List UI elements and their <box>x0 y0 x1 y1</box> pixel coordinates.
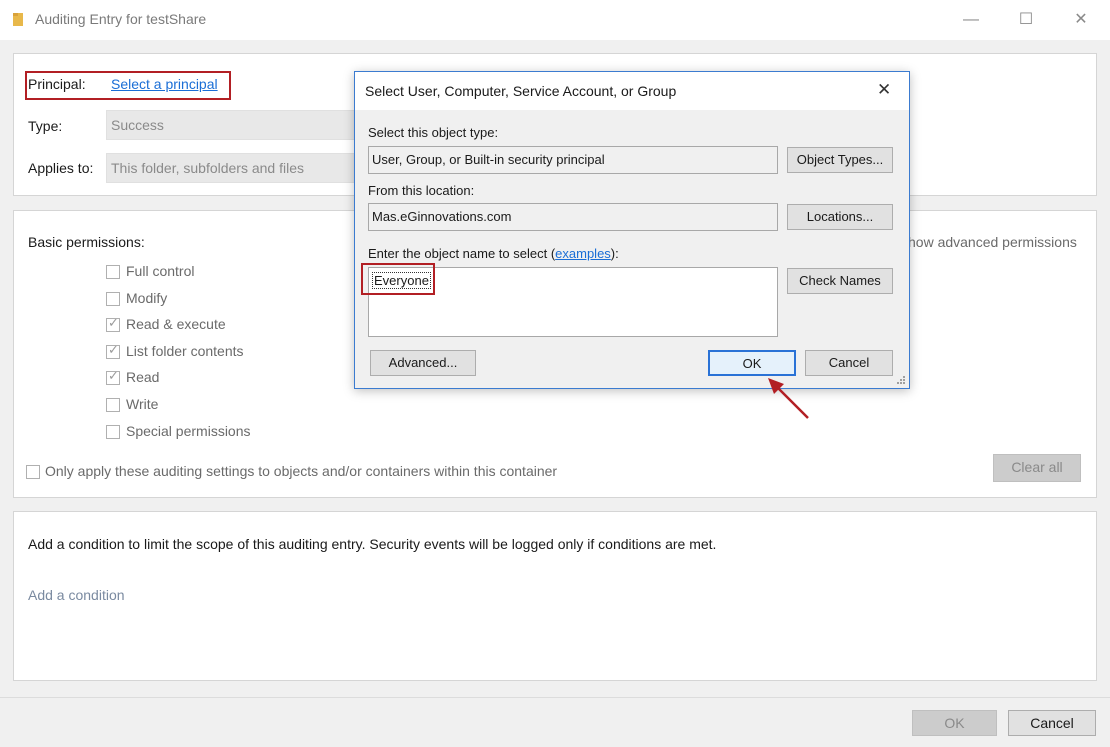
type-label: Type: <box>28 118 63 134</box>
annotation-arrow-icon <box>768 378 809 419</box>
basic-permissions-heading: Basic permissions: <box>28 234 145 250</box>
dialog-close-button[interactable]: ✕ <box>877 80 891 100</box>
type-value: Success <box>111 117 164 133</box>
location-field: Mas.eGinnovations.com <box>368 203 778 231</box>
dialog-title: Select User, Computer, Service Account, … <box>365 83 677 99</box>
only-apply-label: Only apply these auditing settings to ob… <box>45 463 558 479</box>
permission-label: Full control <box>126 263 195 279</box>
object-type-label: Select this object type: <box>368 125 499 140</box>
condition-description: Add a condition to limit the scope of th… <box>28 536 717 552</box>
maximize-button[interactable]: ☐ <box>1003 6 1049 34</box>
type-dropdown[interactable]: Success <box>106 110 356 140</box>
window-title: Auditing Entry for testShare <box>35 11 207 27</box>
permission-label: Modify <box>126 290 168 306</box>
permission-checkbox[interactable] <box>106 425 120 439</box>
object-name-label: Enter the object name to select (example… <box>368 246 619 261</box>
permission-checkbox[interactable] <box>106 292 120 306</box>
resize-grip-icon[interactable] <box>895 374 907 386</box>
object-name-value[interactable]: Everyone <box>372 272 431 289</box>
object-name-label-suffix: ): <box>610 246 619 261</box>
footer-cancel-button[interactable]: Cancel <box>1008 710 1096 736</box>
permission-checkbox[interactable] <box>106 315 120 332</box>
principal-label: Principal: <box>28 76 86 92</box>
minimize-button[interactable]: — <box>948 6 994 34</box>
advanced-button[interactable]: Advanced... <box>370 350 476 376</box>
object-type-field: User, Group, or Built-in security princi… <box>368 146 778 174</box>
footer-ok-button[interactable]: OK <box>912 710 997 736</box>
location-label: From this location: <box>368 183 475 198</box>
applies-to-dropdown[interactable]: This folder, subfolders and files <box>106 153 356 183</box>
permission-label: Read & execute <box>126 316 226 332</box>
location-value: Mas.eGinnovations.com <box>372 209 512 224</box>
select-principal-dialog: Select User, Computer, Service Account, … <box>354 71 910 389</box>
permission-checkbox[interactable] <box>106 398 120 412</box>
check-names-button[interactable]: Check Names <box>787 268 893 294</box>
select-principal-link[interactable]: Select a principal <box>111 76 218 92</box>
only-apply-checkbox[interactable] <box>26 465 40 479</box>
permission-checkbox[interactable] <box>106 368 120 385</box>
permission-label: Write <box>126 396 159 412</box>
folder-icon <box>13 13 23 26</box>
permission-label: Special permissions <box>126 423 251 439</box>
examples-link[interactable]: examples <box>555 246 611 261</box>
applies-to-label: Applies to: <box>28 160 94 176</box>
show-advanced-permissions-link[interactable]: how advanced permissions <box>908 234 1077 250</box>
locations-button[interactable]: Locations... <box>787 204 893 230</box>
permission-checkbox[interactable] <box>106 342 120 359</box>
close-button[interactable]: ✕ <box>1058 6 1104 34</box>
add-condition-link[interactable]: Add a condition <box>28 587 125 603</box>
permission-label: List folder contents <box>126 343 244 359</box>
dialog-title-bar: Select User, Computer, Service Account, … <box>355 72 909 110</box>
object-types-button[interactable]: Object Types... <box>787 147 893 173</box>
object-name-label-prefix: Enter the object name to select ( <box>368 246 556 261</box>
clear-all-button[interactable]: Clear all <box>993 454 1081 482</box>
applies-to-value: This folder, subfolders and files <box>111 160 304 176</box>
title-bar: Auditing Entry for testShare — ☐ ✕ <box>0 0 1110 40</box>
permission-label: Read <box>126 369 160 385</box>
permission-checkbox[interactable] <box>106 265 120 279</box>
object-type-value: User, Group, or Built-in security princi… <box>372 152 605 167</box>
